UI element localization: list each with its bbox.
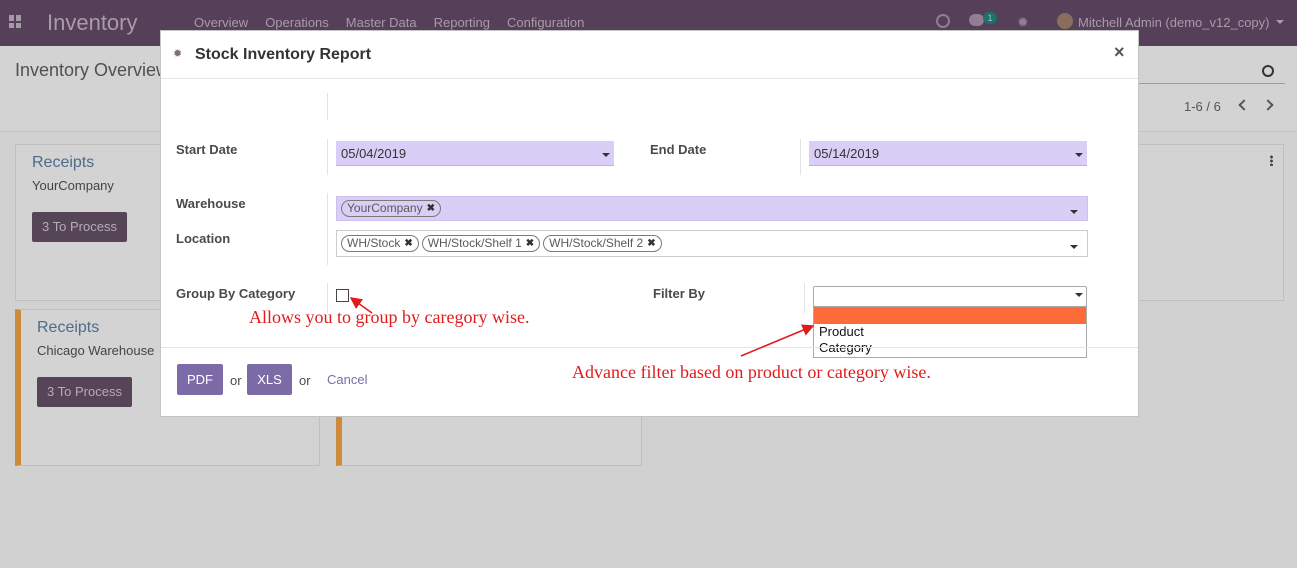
- chevron-down-icon[interactable]: [1070, 245, 1078, 249]
- tag-label: WH/Stock: [347, 236, 401, 250]
- apps-menu-icon[interactable]: [9, 15, 22, 28]
- warehouse-tag: YourCompany ✖: [341, 200, 441, 217]
- menu-master-data[interactable]: Master Data: [346, 15, 417, 30]
- warehouse-label: Warehouse: [176, 196, 246, 211]
- filter-by-select[interactable]: [813, 286, 1087, 307]
- field-divider: [327, 93, 328, 120]
- to-process-button[interactable]: 3 To Process: [37, 377, 132, 407]
- location-label: Location: [176, 231, 231, 246]
- page-title: Inventory Overview: [15, 60, 170, 80]
- remove-tag-icon[interactable]: ✖: [427, 201, 435, 216]
- location-tag: WH/Stock ✖: [341, 235, 419, 252]
- card-subtitle: YourCompany: [32, 178, 114, 193]
- field-divider: [327, 193, 328, 229]
- location-tag: WH/Stock/Shelf 2 ✖: [543, 235, 662, 252]
- pager-next-icon[interactable]: [1262, 99, 1274, 111]
- pdf-button[interactable]: PDF: [177, 364, 223, 395]
- location-field[interactable]: WH/Stock ✖ WH/Stock/Shelf 1 ✖ WH/Stock/She…: [336, 230, 1088, 257]
- field-divider: [800, 139, 801, 175]
- search-icon[interactable]: [1262, 65, 1274, 77]
- tag-label: WH/Stock/Shelf 1: [427, 236, 522, 250]
- tag-label: YourCompany: [347, 201, 423, 215]
- debug-bug-icon[interactable]: ✹: [1017, 14, 1029, 31]
- xls-button[interactable]: XLS: [247, 364, 292, 395]
- user-menu[interactable]: Mitchell Admin (demo_v12_copy): [1078, 15, 1269, 30]
- field-divider: [327, 139, 328, 175]
- filter-annotation: Advance filter based on product or categ…: [572, 362, 931, 382]
- menu-operations[interactable]: Operations: [265, 15, 329, 30]
- user-caret-icon[interactable]: [1276, 20, 1284, 24]
- chat-icon[interactable]: [969, 14, 984, 26]
- group-by-category-checkbox[interactable]: [336, 289, 349, 302]
- filter-option-category[interactable]: Category: [814, 340, 1086, 356]
- remove-tag-icon[interactable]: ✖: [526, 236, 534, 251]
- chevron-down-icon[interactable]: [602, 153, 610, 157]
- stock-inventory-report-dialog: ✹ Stock Inventory Report × Start Date 05…: [160, 30, 1139, 417]
- group-by-annotation: Allows you to group by caregory wise.: [249, 307, 530, 327]
- card-options-icon[interactable]: [1270, 155, 1273, 166]
- to-process-button[interactable]: 3 To Process: [32, 212, 127, 242]
- debug-bug-icon: ✹: [173, 48, 183, 60]
- group-by-category-label: Group By Category: [176, 286, 296, 301]
- main-menu: Overview Operations Master Data Reportin…: [194, 15, 601, 30]
- dialog-title: Stock Inventory Report: [195, 46, 372, 63]
- remove-tag-icon[interactable]: ✖: [404, 236, 412, 251]
- filter-by-label: Filter By: [653, 286, 706, 301]
- location-tag: WH/Stock/Shelf 1 ✖: [421, 235, 541, 252]
- filter-option-blank[interactable]: [814, 307, 1086, 324]
- end-date-field[interactable]: 05/14/2019: [809, 141, 1087, 166]
- user-avatar[interactable]: [1057, 13, 1073, 29]
- start-date-label: Start Date: [176, 142, 238, 157]
- search-input[interactable]: [1120, 56, 1285, 84]
- card-title[interactable]: Receipts: [32, 154, 94, 172]
- remove-tag-icon[interactable]: ✖: [647, 236, 655, 251]
- chat-count-badge: 1: [983, 12, 997, 24]
- app-brand[interactable]: Inventory: [47, 10, 138, 36]
- chevron-down-icon[interactable]: [1070, 210, 1078, 214]
- dialog-header: ✹ Stock Inventory Report ×: [161, 31, 1138, 79]
- cancel-link[interactable]: Cancel: [327, 372, 367, 387]
- menu-configuration[interactable]: Configuration: [507, 15, 584, 30]
- field-divider: [327, 229, 328, 265]
- pager-value: 1-6 / 6: [1184, 99, 1221, 114]
- footer-divider: [161, 347, 1138, 348]
- pager-prev-icon[interactable]: [1238, 99, 1250, 111]
- menu-overview[interactable]: Overview: [194, 15, 248, 30]
- tag-label: WH/Stock/Shelf 2: [549, 236, 644, 250]
- start-date-field[interactable]: 05/04/2019: [336, 141, 614, 166]
- warehouse-field[interactable]: YourCompany ✖: [336, 196, 1088, 221]
- close-icon[interactable]: ×: [1114, 42, 1125, 63]
- filter-by-dropdown: Product Category: [813, 306, 1087, 358]
- chevron-down-icon[interactable]: [1075, 153, 1083, 157]
- menu-reporting[interactable]: Reporting: [434, 15, 490, 30]
- field-divider: [804, 283, 805, 313]
- or-text: or: [299, 373, 311, 388]
- or-text: or: [230, 373, 242, 388]
- card-subtitle: Chicago Warehouse: [37, 343, 155, 358]
- end-date-label: End Date: [650, 142, 707, 157]
- chevron-down-icon[interactable]: [1075, 293, 1083, 297]
- filter-option-product[interactable]: Product: [814, 324, 1086, 340]
- activity-clock-icon[interactable]: [936, 14, 950, 28]
- card-title[interactable]: Receipts: [37, 319, 99, 337]
